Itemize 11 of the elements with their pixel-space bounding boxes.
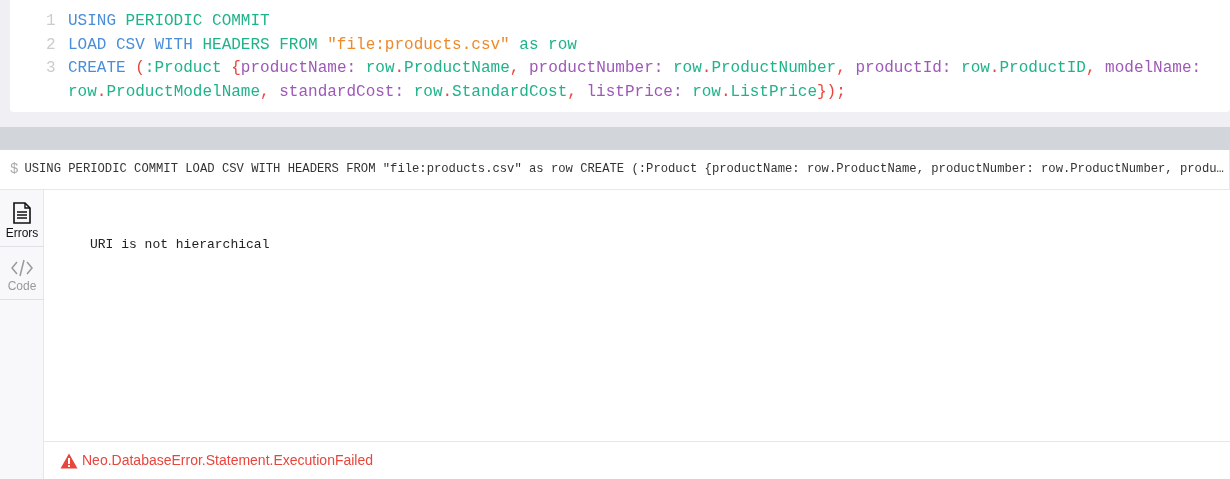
error-message: URI is not hierarchical	[90, 237, 270, 252]
warning-icon	[60, 452, 78, 469]
sidebar-tab[interactable]: Errors	[0, 190, 44, 247]
code-line: USING PERIODIC COMMIT	[68, 11, 271, 32]
command-text: USING PERIODIC COMMIT LOAD CSV WITH HEADERS FROM "file:products.csv" as row CREATE (:Product {productName: row.ProductName, productNumber: row.ProductNumber, produ…	[24, 161, 1224, 179]
code-line: CREATE (:Product {productName: row.ProductName, productNumber: row.ProductNumber, productId: row.ProductID, modelName: row.ProductModelName, standardCost: row.StandardCost, listPrice: row.ListPrice});	[68, 58, 1203, 103]
code-icon	[11, 259, 33, 277]
error-code: Neo.DatabaseError.Statement.ExecutionFailed	[82, 451, 374, 470]
code-line: LOAD CSV WITH HEADERS FROM "file:products.csv" as row	[68, 34, 578, 56]
document-icon	[13, 202, 31, 224]
prompt-sign: $	[10, 160, 19, 179]
